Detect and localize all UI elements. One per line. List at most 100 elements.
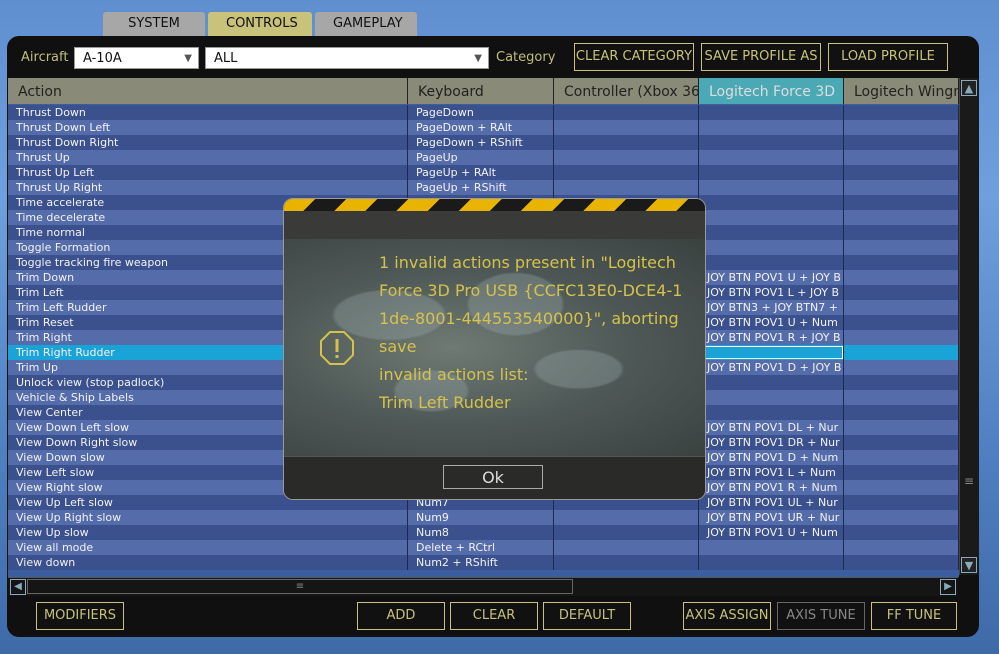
- logitech-force-cell[interactable]: JOY BTN POV1 UL + Nur: [699, 495, 844, 510]
- logitech-force-cell[interactable]: JOY BTN POV1 DL + Nur: [699, 420, 844, 435]
- logitech-wingman-cell[interactable]: [844, 150, 959, 165]
- logitech-wingman-cell[interactable]: [844, 315, 959, 330]
- logitech-wingman-cell[interactable]: [844, 225, 959, 240]
- add-button[interactable]: ADD: [357, 602, 445, 630]
- scroll-left-icon[interactable]: ◀: [10, 579, 26, 595]
- column-header-xbox-controller[interactable]: Controller (Xbox 36: [554, 78, 699, 104]
- logitech-force-cell[interactable]: JOY BTN POV1 D + Num: [699, 450, 844, 465]
- keyboard-cell[interactable]: PageUp + RAlt: [408, 165, 554, 180]
- logitech-force-cell[interactable]: [699, 540, 844, 555]
- action-cell[interactable]: View down: [8, 555, 408, 570]
- table-row[interactable]: Thrust Up Left PageUp + RAlt: [8, 165, 959, 180]
- xbox-cell[interactable]: [554, 165, 699, 180]
- logitech-wingman-cell[interactable]: [844, 375, 959, 390]
- logitech-wingman-cell[interactable]: [844, 120, 959, 135]
- logitech-wingman-cell[interactable]: [844, 360, 959, 375]
- logitech-force-cell[interactable]: JOY BTN POV1 L + JOY B: [699, 285, 844, 300]
- logitech-wingman-cell[interactable]: [844, 525, 959, 540]
- logitech-force-cell[interactable]: [699, 210, 844, 225]
- logitech-wingman-cell[interactable]: [844, 510, 959, 525]
- action-cell[interactable]: Thrust Down Right: [8, 135, 408, 150]
- axis-assign-button[interactable]: AXIS ASSIGN: [683, 602, 771, 630]
- action-cell[interactable]: View Up slow: [8, 525, 408, 540]
- logitech-wingman-cell[interactable]: [844, 465, 959, 480]
- xbox-cell[interactable]: [554, 150, 699, 165]
- logitech-force-cell[interactable]: [699, 120, 844, 135]
- scroll-right-icon[interactable]: ▶: [940, 579, 956, 595]
- logitech-force-cell[interactable]: JOY BTN POV1 R + JOY B: [699, 330, 844, 345]
- load-profile-button[interactable]: LOAD PROFILE: [828, 43, 948, 71]
- logitech-wingman-cell[interactable]: [844, 240, 959, 255]
- logitech-wingman-cell[interactable]: [844, 330, 959, 345]
- scroll-up-icon[interactable]: ▲: [961, 80, 977, 96]
- keyboard-cell[interactable]: PageUp: [408, 150, 554, 165]
- logitech-wingman-cell[interactable]: [844, 105, 959, 120]
- table-row[interactable]: View down Num2 + RShift: [8, 555, 959, 570]
- logitech-wingman-cell[interactable]: [844, 540, 959, 555]
- action-cell[interactable]: Thrust Up Right: [8, 180, 408, 195]
- logitech-force-cell[interactable]: [699, 375, 844, 390]
- default-button[interactable]: DEFAULT: [543, 602, 631, 630]
- logitech-force-cell[interactable]: [699, 165, 844, 180]
- keyboard-cell[interactable]: Num8: [408, 525, 554, 540]
- xbox-cell[interactable]: [554, 180, 699, 195]
- action-cell[interactable]: View all mode: [8, 540, 408, 555]
- action-cell[interactable]: View Up Right slow: [8, 510, 408, 525]
- xbox-cell[interactable]: [554, 525, 699, 540]
- action-cell[interactable]: Thrust Down Left: [8, 120, 408, 135]
- action-cell[interactable]: Thrust Up Left: [8, 165, 408, 180]
- scroll-down-icon[interactable]: ▼: [961, 557, 977, 573]
- logitech-wingman-cell[interactable]: [844, 300, 959, 315]
- scroll-grip-icon[interactable]: ≡: [964, 474, 974, 488]
- save-profile-as-button[interactable]: SAVE PROFILE AS: [701, 43, 821, 71]
- table-row[interactable]: Thrust Down PageDown: [8, 105, 959, 120]
- keyboard-cell[interactable]: Num2 + RShift: [408, 555, 554, 570]
- xbox-cell[interactable]: [554, 135, 699, 150]
- logitech-force-cell[interactable]: [699, 240, 844, 255]
- logitech-wingman-cell[interactable]: [844, 555, 959, 570]
- logitech-wingman-cell[interactable]: [844, 195, 959, 210]
- tab-gameplay[interactable]: GAMEPLAY: [315, 12, 417, 36]
- keyboard-cell[interactable]: PageDown + RShift: [408, 135, 554, 150]
- xbox-cell[interactable]: [554, 510, 699, 525]
- logitech-force-cell[interactable]: JOY BTN POV1 U + JOY B: [699, 270, 844, 285]
- column-header-logitech-wingman[interactable]: Logitech Wingm: [844, 78, 959, 104]
- logitech-force-cell[interactable]: JOY BTN POV1 D + JOY B: [699, 360, 844, 375]
- logitech-force-cell[interactable]: [699, 225, 844, 240]
- column-header-logitech-force-3d[interactable]: Logitech Force 3D: [699, 78, 844, 104]
- logitech-force-cell[interactable]: [699, 150, 844, 165]
- clear-button[interactable]: CLEAR: [450, 602, 538, 630]
- table-row[interactable]: View Up slow Num8 JOY BTN POV1 U + Num: [8, 525, 959, 540]
- xbox-cell[interactable]: [554, 540, 699, 555]
- logitech-wingman-cell[interactable]: [844, 420, 959, 435]
- xbox-cell[interactable]: [554, 105, 699, 120]
- logitech-force-cell[interactable]: [699, 105, 844, 120]
- logitech-force-cell[interactable]: JOY BTN POV1 UR + Nur: [699, 510, 844, 525]
- aircraft-select[interactable]: A-10A ▼: [74, 47, 199, 69]
- category-filter-select[interactable]: ALL ▼: [205, 47, 489, 69]
- logitech-wingman-cell[interactable]: [844, 495, 959, 510]
- logitech-wingman-cell[interactable]: [844, 165, 959, 180]
- keyboard-cell[interactable]: Delete + RCtrl: [408, 540, 554, 555]
- column-header-keyboard[interactable]: Keyboard: [408, 78, 554, 104]
- logitech-force-cell[interactable]: [699, 180, 844, 195]
- logitech-wingman-cell[interactable]: [844, 180, 959, 195]
- ok-button[interactable]: Ok: [443, 465, 543, 489]
- logitech-force-cell[interactable]: [699, 195, 844, 210]
- xbox-cell[interactable]: [554, 120, 699, 135]
- table-row[interactable]: Thrust Down Right PageDown + RShift: [8, 135, 959, 150]
- modifiers-button[interactable]: MODIFIERS: [36, 602, 124, 630]
- keyboard-cell[interactable]: PageDown: [408, 105, 554, 120]
- logitech-force-cell[interactable]: [699, 405, 844, 420]
- logitech-wingman-cell[interactable]: [844, 210, 959, 225]
- horizontal-scrollbar[interactable]: ◀ ≡ ▶: [8, 577, 958, 596]
- column-header-action[interactable]: Action: [8, 78, 408, 104]
- logitech-force-cell[interactable]: [699, 555, 844, 570]
- logitech-wingman-cell[interactable]: [844, 270, 959, 285]
- clear-category-button[interactable]: CLEAR CATEGORY: [574, 43, 694, 71]
- logitech-wingman-cell[interactable]: [844, 285, 959, 300]
- logitech-force-cell[interactable]: [699, 345, 844, 360]
- logitech-wingman-cell[interactable]: [844, 345, 959, 360]
- table-row[interactable]: Thrust Down Left PageDown + RAlt: [8, 120, 959, 135]
- table-row[interactable]: View Up Right slow Num9 JOY BTN POV1 UR + …: [8, 510, 959, 525]
